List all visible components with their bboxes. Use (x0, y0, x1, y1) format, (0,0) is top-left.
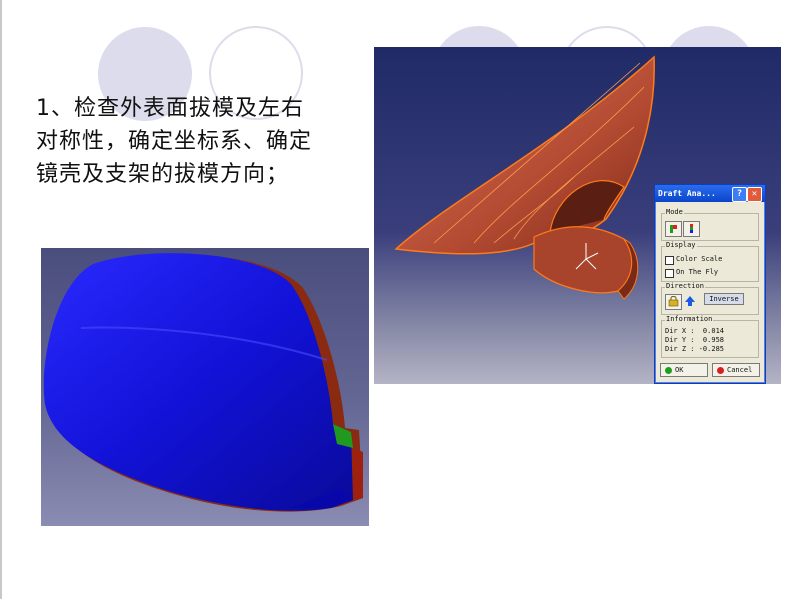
color-scale-label: Color Scale (676, 255, 723, 263)
dir-y-value: Dir Y : 0.958 (665, 336, 725, 344)
full-mode-button[interactable] (683, 221, 700, 237)
direction-group: Direction Inverse (661, 282, 759, 315)
lock-direction-icon (668, 296, 679, 307)
display-group-label: Display (665, 241, 697, 249)
inverse-button[interactable]: Inverse (704, 293, 744, 305)
mode-group-label: Mode (665, 208, 684, 216)
direction-arrow-button[interactable] (683, 294, 698, 308)
help-icon[interactable]: ? (732, 187, 747, 202)
cancel-button[interactable]: Cancel (712, 363, 760, 377)
ok-label: OK (675, 366, 684, 374)
mirror-housing-graphic (43, 253, 363, 512)
cancel-icon (717, 366, 724, 374)
full-mode-icon (690, 224, 693, 233)
ok-button[interactable]: OK (660, 363, 708, 377)
mode-group: Mode (661, 208, 759, 241)
information-group: Information Dir X : 0.014 Dir Y : 0.958 … (661, 315, 759, 358)
slide-headline: 1、检查外表面拔模及左右 对称性，确定坐标系、确定 镜壳及支架的拔模方向； (36, 92, 366, 191)
quick-mode-icon (670, 225, 677, 233)
close-icon[interactable]: ✕ (747, 187, 762, 202)
on-the-fly-checkbox[interactable] (665, 269, 674, 278)
information-group-label: Information (665, 315, 714, 323)
display-group: Display Color Scale On The Fly (661, 241, 759, 282)
lock-direction-button[interactable] (665, 294, 682, 310)
headline-line-1: 1、检查外表面拔模及左右 (36, 96, 304, 121)
dir-x-value: Dir X : 0.014 (665, 327, 725, 335)
color-scale-checkbox[interactable] (665, 256, 674, 265)
cancel-label: Cancel (727, 366, 753, 374)
ok-icon (665, 366, 672, 374)
direction-group-label: Direction (665, 282, 705, 290)
quick-mode-button[interactable] (665, 221, 682, 237)
headline-line-3: 镜壳及支架的拔模方向； (36, 162, 290, 187)
headline-line-2: 对称性，确定坐标系、确定 (36, 129, 313, 154)
direction-arrow-icon (685, 296, 695, 306)
mirror-housing-render (41, 248, 369, 526)
on-the-fly-label: On The Fly (676, 268, 719, 276)
draft-analysis-dialog: Draft Ana... ? ✕ Mode Display Color Scal… (654, 184, 766, 384)
dir-z-value: Dir Z : -0.285 (665, 345, 725, 353)
slide-left-edge (0, 0, 2, 599)
